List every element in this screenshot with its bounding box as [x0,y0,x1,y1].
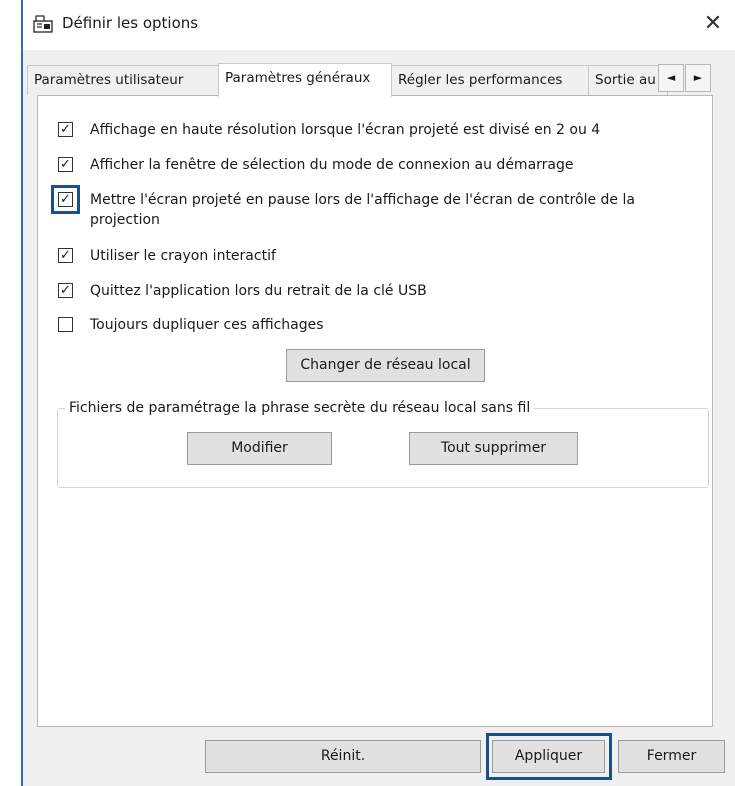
change-network-button[interactable]: Changer de réseau local [286,349,485,382]
option-label: Afficher la fenêtre de sélection du mode… [90,157,574,173]
tab-label: Paramètres utilisateur [34,72,184,88]
window-title: Définir les options [62,14,199,32]
tab-label: Paramètres généraux [225,70,371,86]
title-bar: Définir les options ✕ [21,0,735,50]
checkbox-high-resolution[interactable]: ✓ [58,122,73,137]
checkbox-show-connection-mode[interactable]: ✓ [58,157,73,172]
checkbox-pause-projection[interactable]: ✓ [58,192,73,207]
checkbox-quit-usb[interactable]: ✓ [58,283,73,298]
passphrase-group: Fichiers de paramétrage la phrase secrèt… [57,399,709,488]
option-label: Quittez l'application lors du retrait de… [90,283,427,299]
checkbox-interactive-pen[interactable]: ✓ [58,248,73,263]
group-title: Fichiers de paramétrage la phrase secrèt… [65,399,535,417]
tab-performance[interactable]: Régler les performances [391,65,589,95]
options-dialog: Définir les options ✕ Paramètres utilisa… [21,0,735,786]
option-label: Utiliser le crayon interactif [90,248,276,264]
tab-user-settings[interactable]: Paramètres utilisateur [27,65,219,95]
tab-scroll-right-icon[interactable]: ► [685,64,711,92]
checkbox-always-duplicate[interactable] [58,317,73,332]
close-button[interactable]: Fermer [618,740,725,773]
delete-all-button[interactable]: Tout supprimer [409,432,578,465]
tab-label: Sortie au [595,72,656,88]
modify-button[interactable]: Modifier [187,432,332,465]
option-label: Mettre l'écran projeté en pause lors de … [90,192,635,228]
tab-strip: Paramètres utilisateur Paramètres généra… [21,63,735,97]
close-icon[interactable]: ✕ [699,8,727,40]
window-left-edge [21,0,23,786]
tab-output[interactable]: Sortie au [588,65,668,95]
reset-button[interactable]: Réinit. [205,740,481,773]
option-label: Toujours dupliquer ces affichages [90,317,324,333]
apply-button-highlight [486,733,612,780]
app-icon [33,15,53,33]
general-settings-panel: ✓ Affichage en haute résolution lorsque … [37,95,713,727]
tab-label: Régler les performances [398,72,563,88]
tab-general-settings[interactable]: Paramètres généraux [218,63,392,97]
option-label: Affichage en haute résolution lorsque l'… [90,122,601,138]
tab-scroll-left-icon[interactable]: ◄ [658,64,684,92]
